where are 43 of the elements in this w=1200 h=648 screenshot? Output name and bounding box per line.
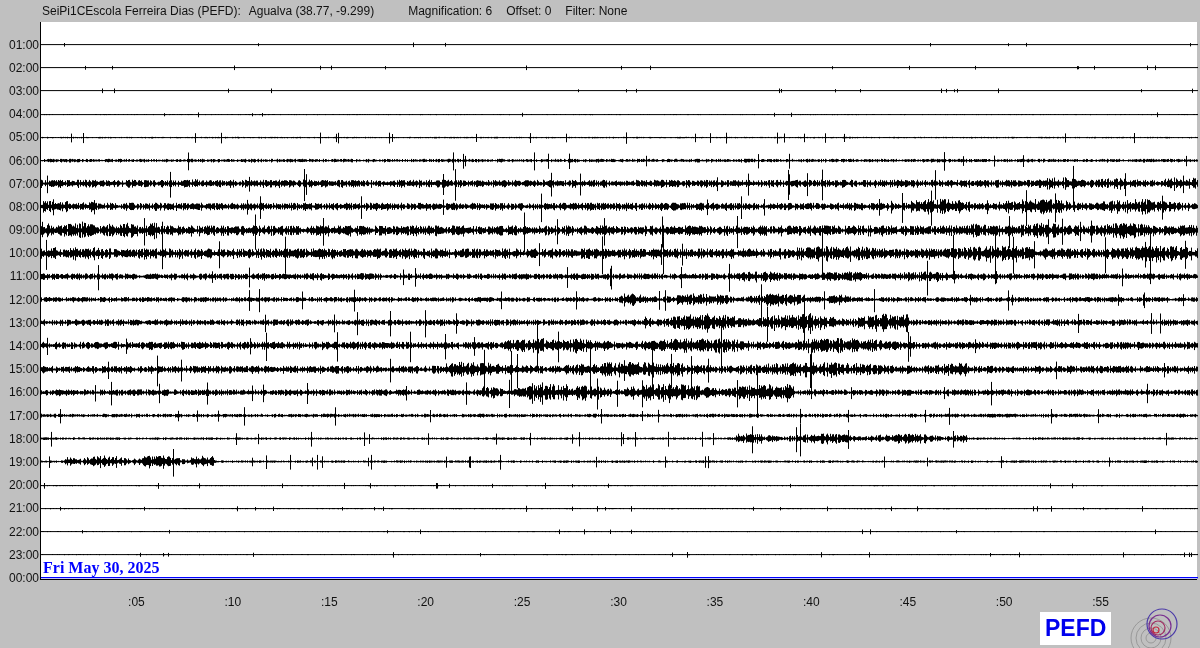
hour-label: 19:00 — [8, 455, 39, 468]
filter-label: Filter: None — [565, 3, 628, 20]
hour-label: 22:00 — [8, 525, 39, 538]
minute-tick-label: :15 — [320, 593, 338, 611]
minute-tick-label: :50 — [995, 593, 1013, 611]
hour-label: 10:00 — [8, 247, 39, 260]
hour-label: 01:00 — [8, 38, 39, 51]
minute-tick-label: :35 — [706, 593, 724, 611]
hour-label: 14:00 — [8, 340, 39, 353]
station-location: Agualva (38.77, -9.299) — [248, 3, 375, 20]
hour-label: 07:00 — [8, 177, 39, 190]
hour-label: 23:00 — [8, 548, 39, 561]
hour-label: 05:00 — [8, 131, 39, 144]
hour-label: 00:00 — [8, 571, 39, 584]
hour-label: 04:00 — [8, 108, 39, 121]
hour-label: 08:00 — [8, 200, 39, 213]
minute-tick-label: :30 — [610, 593, 627, 611]
hour-label: 17:00 — [8, 409, 39, 422]
minute-tick-label: :25 — [513, 593, 531, 611]
offset-label: Offset: 0 — [506, 3, 552, 20]
date-label: Fri May 30, 2025 — [43, 560, 160, 577]
hour-label: 03:00 — [8, 84, 39, 97]
minute-tick-label: :40 — [803, 593, 820, 611]
hour-label: 18:00 — [8, 432, 39, 445]
hour-label: 13:00 — [8, 316, 39, 329]
minute-tick-label: :05 — [128, 593, 145, 611]
hour-label: 21:00 — [8, 502, 39, 515]
hour-label: 16:00 — [8, 386, 39, 399]
minute-tick-label: :55 — [1092, 593, 1109, 611]
minute-tick-label: :10 — [224, 593, 242, 611]
hour-label: 09:00 — [8, 224, 39, 237]
hour-label: 20:00 — [8, 479, 39, 492]
hour-label: 12:00 — [8, 293, 39, 306]
magnification-label: Magnification: 6 — [408, 3, 493, 20]
hour-label: 02:00 — [8, 61, 39, 74]
hour-label: 11:00 — [9, 270, 39, 283]
hour-label: 06:00 — [8, 154, 39, 167]
minute-tick-label: :45 — [899, 593, 917, 611]
minute-tick-label: :20 — [417, 593, 434, 611]
station-badge: PEFD — [1040, 611, 1112, 645]
station-name: SeiPi1CEscola Ferreira Dias (PEFD): — [42, 3, 241, 20]
concentric-rings-logo — [1129, 607, 1180, 648]
hour-label: 15:00 — [8, 363, 39, 376]
